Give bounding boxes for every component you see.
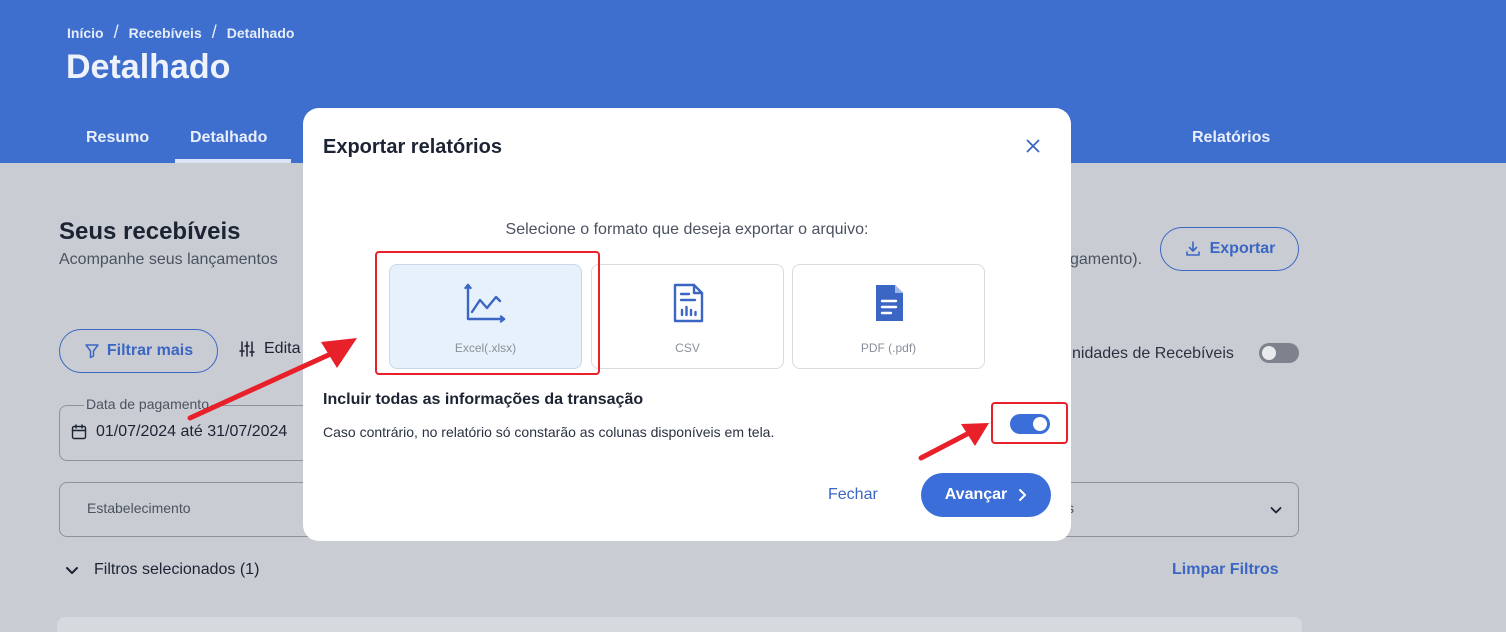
section-subtitle-end: gamento). bbox=[1070, 251, 1143, 268]
unidades-label: nidades de Recebíveis bbox=[1072, 345, 1234, 362]
date-field-label: Data de pagamento bbox=[84, 396, 211, 412]
export-button-label: Exportar bbox=[1209, 240, 1276, 257]
breadcrumb: Início / Recebíveis / Detalhado bbox=[67, 22, 294, 43]
toggle-knob bbox=[1262, 346, 1276, 360]
tab-resumo[interactable]: Resumo bbox=[86, 129, 149, 147]
date-range-text: 01/07/2024 até 31/07/2024 bbox=[96, 423, 288, 440]
format-label: PDF (.pdf) bbox=[860, 341, 917, 355]
include-all-title: Incluir todas as informações da transaçã… bbox=[323, 391, 644, 408]
clear-filters-link[interactable]: Limpar Filtros bbox=[1172, 561, 1279, 579]
filter-more-button[interactable]: Filtrar mais bbox=[59, 329, 218, 373]
chevron-right-icon bbox=[1019, 489, 1027, 501]
close-icon[interactable] bbox=[1021, 134, 1045, 158]
page-title: Detalhado bbox=[66, 48, 231, 86]
dialog-title: Exportar relatórios bbox=[323, 136, 502, 158]
breadcrumb-item-inicio[interactable]: Início bbox=[67, 25, 104, 41]
export-button[interactable]: Exportar bbox=[1160, 227, 1299, 271]
breadcrumb-item-detalhado: Detalhado bbox=[226, 24, 295, 41]
next-button[interactable]: Avançar bbox=[921, 473, 1051, 517]
unidades-toggle[interactable] bbox=[1259, 343, 1299, 363]
format-option-csv[interactable]: CSV bbox=[591, 264, 784, 369]
chevron-down-icon bbox=[66, 567, 78, 574]
format-option-pdf[interactable]: PDF (.pdf) bbox=[792, 264, 985, 369]
tab-relatorios[interactable]: Relatórios bbox=[1192, 129, 1270, 147]
annotation-highlight-excel bbox=[375, 251, 600, 375]
results-card bbox=[57, 617, 1302, 632]
selected-filters-label: Filtros selecionados (1) bbox=[94, 561, 260, 578]
filter-more-label: Filtrar mais bbox=[106, 342, 194, 359]
estabelecimento-label: Estabelecimento bbox=[87, 500, 191, 516]
pdf-document-icon bbox=[793, 283, 984, 323]
include-all-description: Caso contrário, no relatório só constarã… bbox=[323, 424, 775, 440]
selected-filters-toggle[interactable]: Filtros selecionados (1) bbox=[64, 561, 259, 579]
edit-columns-button[interactable]: Edita bbox=[238, 340, 300, 358]
close-button[interactable]: Fechar bbox=[828, 486, 878, 504]
filter-icon bbox=[85, 344, 99, 359]
tab-detalhado[interactable]: Detalhado bbox=[190, 129, 267, 147]
calendar-icon bbox=[71, 424, 87, 440]
section-subtitle: Acompanhe seus lançamentos bbox=[59, 251, 278, 268]
download-icon bbox=[1185, 241, 1200, 256]
section-title: Seus recebíveis bbox=[59, 218, 241, 245]
chevron-down-icon[interactable] bbox=[1268, 502, 1284, 518]
format-label: CSV bbox=[675, 341, 700, 355]
sliders-icon bbox=[239, 341, 255, 357]
export-dialog: Exportar relatórios Selecione o formato … bbox=[303, 108, 1071, 541]
breadcrumb-item-recebiveis[interactable]: Recebíveis bbox=[129, 25, 202, 41]
format-instruction: Selecione o formato que deseja exportar … bbox=[505, 221, 869, 238]
date-field-value: 01/07/2024 até 31/07/2024 bbox=[70, 423, 287, 441]
next-button-label: Avançar bbox=[944, 486, 1008, 503]
csv-document-icon bbox=[592, 283, 783, 323]
tab-active-indicator bbox=[175, 159, 291, 163]
breadcrumb-separator: / bbox=[113, 22, 119, 42]
annotation-highlight-toggle bbox=[991, 402, 1068, 444]
edit-columns-label: Edita bbox=[264, 340, 301, 357]
breadcrumb-separator: / bbox=[211, 22, 217, 42]
